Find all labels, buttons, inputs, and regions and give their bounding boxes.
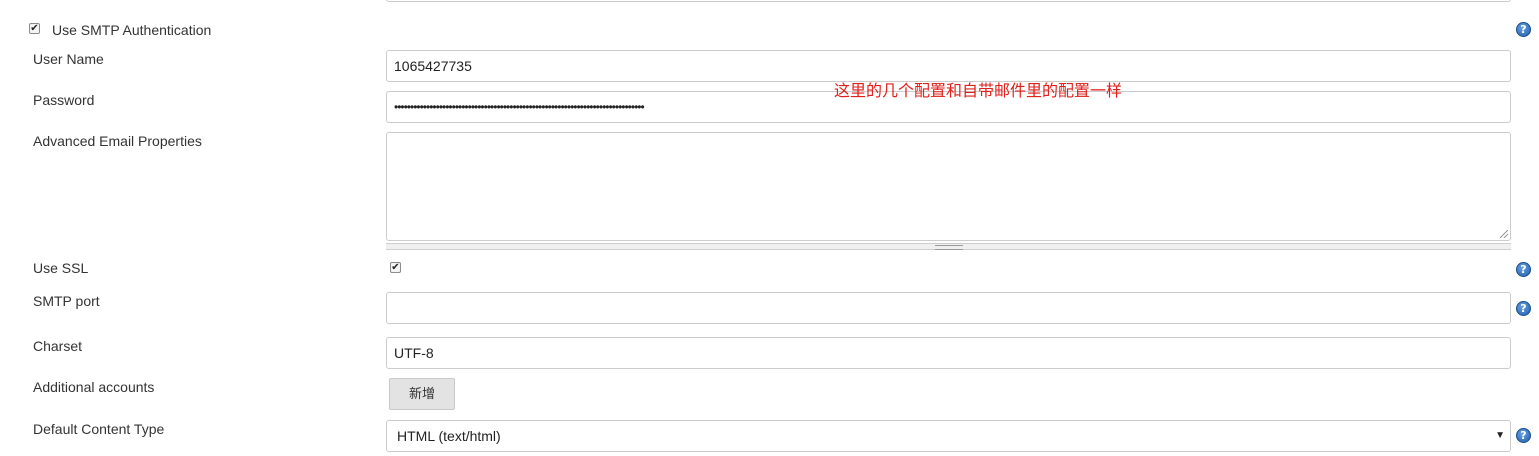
use-ssl-label: Use SSL: [33, 260, 89, 276]
textarea-drag-bar[interactable]: [386, 243, 1511, 250]
use-ssl-checkbox[interactable]: ✔: [390, 262, 401, 273]
smtp-port-label: SMTP port: [33, 293, 100, 309]
additional-accounts-label: Additional accounts: [33, 379, 155, 395]
help-icon[interactable]: ?: [1516, 262, 1531, 277]
charset-input[interactable]: UTF-8: [386, 337, 1511, 369]
user-name-label: User Name: [33, 51, 104, 67]
resize-grip-icon[interactable]: [1500, 230, 1508, 238]
dropdown-arrow-icon: ▼: [1495, 430, 1505, 441]
content-type-label: Default Content Type: [33, 421, 165, 437]
advanced-props-label: Advanced Email Properties: [33, 133, 202, 149]
content-type-selected: HTML (text/html): [397, 428, 501, 444]
help-icon[interactable]: ?: [1516, 301, 1531, 316]
password-label: Password: [33, 92, 95, 108]
previous-field[interactable]: [386, 0, 1511, 2]
help-icon[interactable]: ?: [1516, 22, 1531, 37]
help-icon[interactable]: ?: [1516, 428, 1531, 443]
charset-label: Charset: [33, 338, 83, 354]
content-type-select[interactable]: HTML (text/html) ▼: [386, 420, 1511, 452]
smtp-auth-label: Use SMTP Authentication: [52, 22, 212, 38]
smtp-port-input[interactable]: [386, 292, 1511, 324]
smtp-auth-checkbox[interactable]: ✔: [29, 23, 40, 34]
add-account-button[interactable]: 新增: [389, 378, 455, 410]
drag-handle-icon[interactable]: [935, 245, 963, 250]
annotation-note: 这里的几个配置和自带邮件里的配置一样: [834, 83, 1123, 100]
advanced-props-textarea[interactable]: [386, 132, 1511, 241]
